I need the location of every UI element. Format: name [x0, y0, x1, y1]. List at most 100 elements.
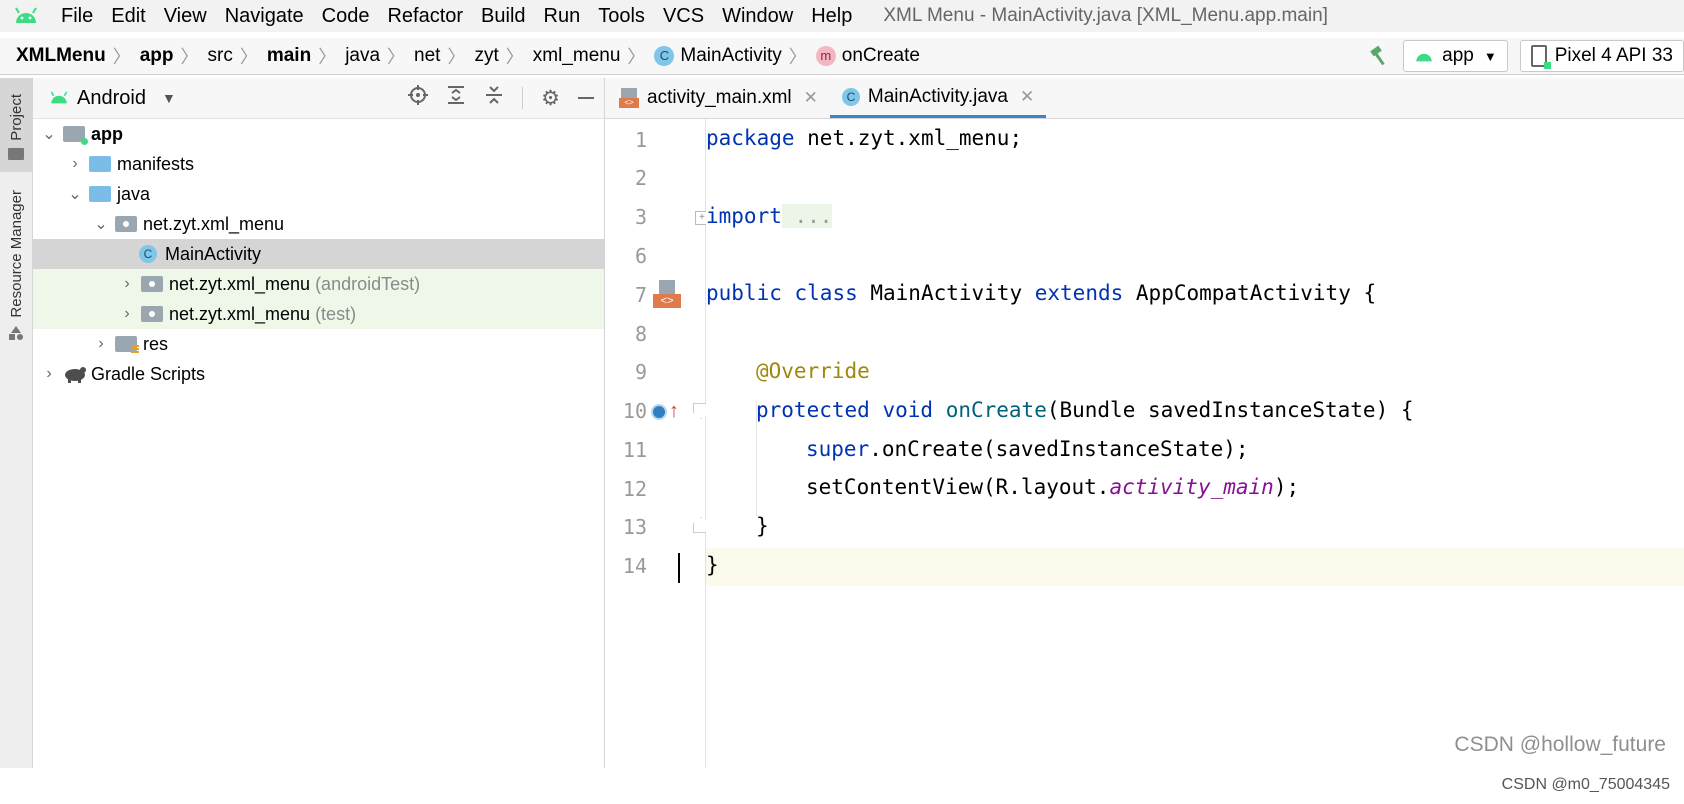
chevron-down-icon: ▼	[1483, 48, 1497, 64]
line-number: 8	[634, 322, 647, 346]
override-method-icon[interactable]: ↑	[651, 400, 679, 423]
tree-item-package-androidtest[interactable]: › net.zyt.xml_menu (androidTest)	[33, 269, 604, 299]
line-number: 12	[622, 477, 647, 501]
code-editor[interactable]: package net.zyt.xml_menu; import ... pub…	[678, 119, 1684, 769]
editor-gutter: 1 2 3 6 7 8 9 10 11 12 13 14 + <> ↑	[605, 119, 709, 769]
breadcrumb-item[interactable]: src 〉	[208, 43, 267, 69]
code-line-11: super.onCreate(savedInstanceState);	[806, 437, 1249, 461]
chevron-down-icon[interactable]: ▼	[162, 90, 176, 106]
chevron-down-icon[interactable]: ⌄	[65, 184, 85, 204]
expand-all-icon[interactable]	[446, 85, 466, 111]
tree-item-suffix: (test)	[315, 303, 357, 324]
class-icon: C	[654, 46, 675, 66]
folded-imports[interactable]: ...	[781, 204, 833, 228]
close-icon[interactable]: ✕	[1020, 87, 1034, 107]
tab-activity-main-xml[interactable]: <> activity_main.xml ✕	[605, 78, 830, 118]
tree-item-label: MainActivity	[165, 243, 262, 264]
related-xml-layout-icon[interactable]: <>	[651, 280, 681, 310]
tree-item-label: net.zyt.xml_menu	[169, 273, 311, 294]
menu-view[interactable]: View	[155, 0, 216, 32]
resource-tab-label: Resource Manager	[7, 189, 25, 318]
tree-item-mainactivity[interactable]: C MainActivity	[33, 239, 604, 269]
project-tool-tab[interactable]: Project	[0, 78, 32, 172]
breadcrumb-item[interactable]: zyt 〉	[474, 43, 532, 69]
tree-item-label: manifests	[117, 153, 195, 174]
tab-label: activity_main.xml	[647, 87, 792, 108]
breadcrumb-item[interactable]: xml_menu 〉	[533, 43, 655, 69]
chevron-right-icon[interactable]: ›	[65, 155, 85, 173]
code-line-9: @Override	[756, 359, 870, 383]
tree-item-package-test[interactable]: › net.zyt.xml_menu (test)	[33, 299, 604, 329]
tree-item-manifests[interactable]: › manifests	[33, 149, 604, 179]
view-mode-select[interactable]: Android	[77, 87, 146, 110]
locate-icon[interactable]	[408, 85, 429, 111]
breadcrumb-item[interactable]: C MainActivity 〉	[654, 43, 815, 69]
line-number: 13	[622, 515, 647, 539]
tree-item-gradle-scripts[interactable]: › Gradle Scripts	[33, 359, 604, 389]
run-config-select[interactable]: app ▼	[1403, 40, 1508, 72]
menu-build[interactable]: Build	[472, 0, 534, 32]
device-select[interactable]: Pixel 4 API 33	[1519, 40, 1684, 72]
device-icon	[1530, 45, 1551, 69]
breadcrumb-item[interactable]: XMLMenu 〉	[16, 43, 140, 69]
build-hammer-icon[interactable]	[1367, 44, 1391, 68]
window-title: XML Menu - MainActivity.java [XML_Menu.a…	[883, 5, 1328, 26]
menu-help[interactable]: Help	[802, 0, 861, 32]
footer-credit: CSDN @m0_75004345	[1501, 776, 1670, 793]
tree-item-app[interactable]: ⌄ app	[33, 119, 604, 149]
chevron-right-icon[interactable]: ›	[117, 305, 137, 323]
menu-edit[interactable]: Edit	[102, 0, 154, 32]
tab-mainactivity-java[interactable]: C MainActivity.java ✕	[829, 78, 1047, 118]
menu-navigate[interactable]: Navigate	[216, 0, 313, 32]
tree-item-label: net.zyt.xml_menu	[143, 213, 285, 234]
breadcrumb-item[interactable]: main 〉	[267, 43, 345, 69]
line-number: 11	[622, 438, 647, 462]
chevron-down-icon[interactable]: ⌄	[91, 214, 111, 234]
line-number: 2	[634, 166, 647, 190]
menu-run[interactable]: Run	[535, 0, 590, 32]
breadcrumb-item[interactable]: java 〉	[345, 43, 414, 69]
xml-layout-icon: <>	[619, 88, 639, 108]
line-number: 7	[634, 283, 647, 307]
breadcrumb-item[interactable]: app 〉	[140, 43, 208, 69]
menu-bar: File Edit View Navigate Code Refactor Bu…	[0, 0, 1684, 32]
menu-refactor[interactable]: Refactor	[378, 0, 472, 32]
breadcrumb-item[interactable]: m onCreate	[815, 45, 922, 67]
breadcrumb-item[interactable]: net 〉	[414, 43, 474, 69]
gear-icon[interactable]: ⚙	[541, 86, 560, 111]
code-line-1: package net.zyt.xml_menu;	[706, 126, 1023, 150]
menu-file[interactable]: File	[52, 0, 102, 32]
chevron-right-icon[interactable]: ›	[39, 365, 59, 383]
device-label: Pixel 4 API 33	[1554, 45, 1673, 66]
editor-tab-bar: <> activity_main.xml ✕ C MainActivity.ja…	[605, 78, 1684, 119]
menu-window[interactable]: Window	[713, 0, 802, 32]
chevron-down-icon[interactable]: ⌄	[39, 124, 59, 144]
project-tab-label: Project	[7, 93, 25, 141]
tab-label: MainActivity.java	[867, 85, 1008, 107]
menu-vcs[interactable]: VCS	[654, 0, 713, 32]
chevron-right-icon[interactable]: ›	[91, 335, 111, 353]
chevron-right-icon[interactable]: ›	[117, 275, 137, 293]
resource-manager-tab[interactable]: Resource Manager	[0, 188, 32, 348]
close-icon[interactable]: ✕	[804, 88, 818, 108]
android-studio-logo-icon	[0, 0, 52, 32]
line-number: 1	[634, 128, 647, 152]
menu-tools[interactable]: Tools	[589, 0, 654, 32]
minimize-icon[interactable]	[578, 97, 594, 99]
tree-item-res[interactable]: › res	[33, 329, 604, 359]
breadcrumb: XMLMenu 〉 app 〉 src 〉 main 〉 java 〉 net 〉 zyt 〉…	[0, 38, 1684, 75]
tree-item-package[interactable]: ⌄ net.zyt.xml_menu	[33, 209, 604, 239]
tree-item-suffix: (androidTest)	[315, 273, 421, 294]
collapse-all-icon[interactable]	[484, 85, 504, 111]
menu-code[interactable]: Code	[313, 0, 379, 32]
text-caret	[678, 553, 680, 583]
method-icon: m	[815, 46, 836, 66]
run-config-label: app	[1442, 45, 1474, 66]
line-number: 3	[634, 205, 647, 229]
code-line-13: }	[756, 514, 769, 538]
line-number: 6	[634, 244, 647, 268]
code-line-12: setContentView(R.layout.activity_main);	[806, 475, 1300, 499]
tree-item-java[interactable]: ⌄ java	[33, 179, 604, 209]
class-icon: C	[139, 245, 157, 263]
android-icon	[1416, 53, 1432, 62]
